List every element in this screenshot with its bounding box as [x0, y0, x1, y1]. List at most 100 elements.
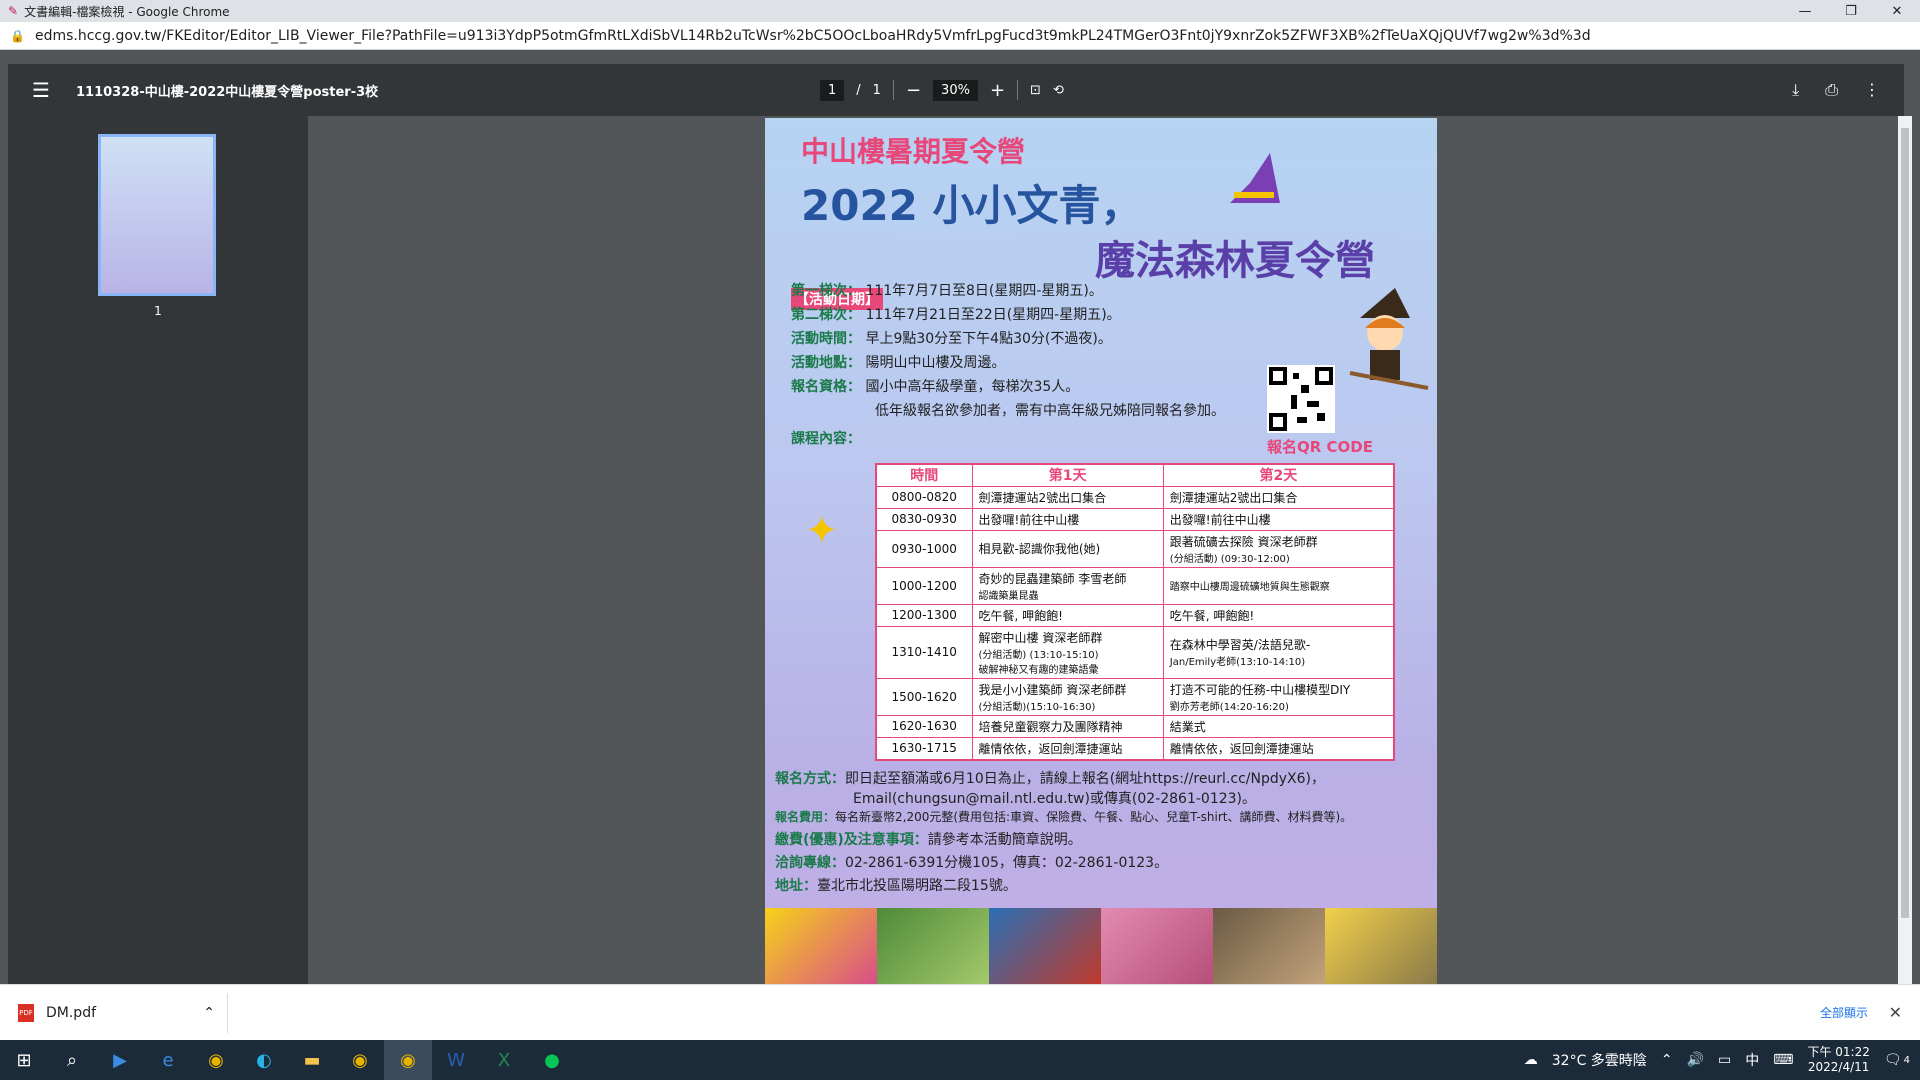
chrome-icon[interactable]: ◉: [192, 1040, 240, 1080]
registration-key: 報名方式：: [775, 771, 845, 787]
zoom-in-icon[interactable]: +: [990, 80, 1005, 101]
cell-day1: 奇妙的昆蟲建築師 李雪老師 認識築巢昆蟲: [971, 566, 1164, 605]
registration-value: 即日起至額滿或6月10日為止，請線上報名(網址https://reurl.cc/…: [845, 771, 1325, 787]
media-player-icon[interactable]: ▶: [96, 1040, 144, 1080]
excel-icon[interactable]: X: [480, 1040, 528, 1080]
schedule-row: 1620-1630 培養兒童觀察力及團隊精神 結業式: [875, 714, 1395, 738]
qr-code-label: 報名QR CODE: [1267, 438, 1373, 456]
zoom-level-input[interactable]: 30%: [933, 79, 978, 101]
eligibility-key: 報名資格：: [791, 379, 861, 395]
cell-time: 1200-1300: [875, 603, 973, 627]
witch-illustration-icon: [1349, 288, 1429, 390]
cell-day2: 跟著硫礦去探險 資深老師群 (分組活動) (09:30-12:00): [1162, 529, 1395, 568]
schedule-row: 1310-1410 解密中山樓 資深老師群 (分組活動) (13:10-15:10)…: [875, 625, 1395, 679]
cell-day2-text: 劍潭捷運站2號出口集合: [1169, 490, 1298, 505]
hamburger-menu-icon[interactable]: ☰: [32, 78, 56, 102]
restore-button[interactable]: ❐: [1828, 4, 1874, 19]
ime-indicator[interactable]: 中: [1745, 1050, 1759, 1070]
time-value: 早上9點30分至下午4點30分(不過夜)。: [865, 331, 1112, 347]
cell-day1: 培養兒童觀察力及團隊精神: [971, 714, 1164, 738]
viewer-scrollbar[interactable]: [1898, 116, 1912, 984]
cell-time-text: 1310-1410: [891, 645, 957, 659]
clock[interactable]: 下午 01:22 2022/4/11: [1807, 1045, 1869, 1075]
volume-icon[interactable]: 🔊: [1687, 1052, 1704, 1068]
show-all-downloads-link[interactable]: 全部顯示: [1820, 1004, 1868, 1021]
document-title: 1110328-中山樓-2022中山樓夏令營poster-3校: [76, 84, 379, 100]
clock-time: 下午 01:22: [1807, 1045, 1870, 1059]
notes-value: 請參考本活動簡章說明。: [927, 832, 1082, 848]
windows-taskbar: ⊞ ⌕ ▶ e ◉ ◐ ▬ ◉ ◉ W X ● ☁ 32°C 多雲時陰 ⌃ 🔊 …: [0, 1040, 1920, 1080]
close-window-button[interactable]: ✕: [1874, 4, 1920, 19]
cell-time: 1620-1630: [875, 714, 973, 738]
lock-icon[interactable]: 🔒: [10, 29, 25, 43]
time-line: 活動時間： 早上9點30分至下午4點30分(不過夜)。: [791, 328, 1112, 348]
cell-day2: 結業式: [1162, 714, 1395, 738]
rotate-icon[interactable]: ⟲: [1053, 83, 1064, 98]
cell-day2-text: 跟著硫礦去探險 資深老師群: [1169, 534, 1318, 549]
url-text[interactable]: edms.hccg.gov.tw/FKEditor/Editor_LIB_Vie…: [35, 28, 1591, 44]
notification-icon[interactable]: 🗨: [1884, 1052, 1902, 1068]
zoom-out-icon[interactable]: −: [906, 80, 921, 101]
address-bar[interactable]: 🔒 edms.hccg.gov.tw/FKEditor/Editor_LIB_V…: [0, 22, 1920, 50]
word-icon[interactable]: W: [432, 1040, 480, 1080]
scrollbar-thumb[interactable]: [1901, 128, 1909, 918]
keyboard-icon[interactable]: ⌨: [1773, 1052, 1793, 1068]
toolbar-right-actions: ⤓ ⎙ ⋮: [1792, 80, 1880, 100]
chevron-up-icon[interactable]: ⌃: [203, 1005, 215, 1021]
photo-nest: [1213, 908, 1325, 984]
cell-day1-text: 破解神秘又有趣的建築語彙: [978, 664, 1099, 676]
pdf-viewer[interactable]: 中山樓暑期夏令營 2022 小小文青， 魔法森林夏令營 報名QR CODE 【活…: [308, 116, 1904, 984]
cell-day2: 踏察中山樓周邊硫礦地質與生態觀察: [1162, 566, 1395, 605]
cell-day1: 相見歡-認識你我他(她): [971, 529, 1164, 568]
batch1-key: 第一梯次：: [791, 283, 861, 299]
print-icon[interactable]: ⎙: [1825, 80, 1838, 100]
fit-page-icon[interactable]: ⊡: [1030, 83, 1041, 98]
page-separator: /: [856, 82, 861, 98]
chrome-active-icon[interactable]: ◉: [384, 1040, 432, 1080]
cell-time-text: 1000-1200: [891, 578, 957, 593]
download-icon[interactable]: ⤓: [1792, 80, 1799, 100]
cell-day2-text: 出發囉!前往中山樓: [1169, 512, 1271, 527]
pdf-toolbar: ☰ 1110328-中山樓-2022中山樓夏令營poster-3校 1 / 1 …: [8, 64, 1904, 116]
cell-day2: 劍潭捷運站2號出口集合: [1162, 485, 1395, 509]
cell-day1-text: 劍潭捷運站2號出口集合: [978, 490, 1107, 505]
minimize-button[interactable]: —: [1782, 4, 1828, 19]
download-filename[interactable]: DM.pdf: [46, 1005, 96, 1021]
photo-building: [989, 908, 1101, 984]
file-explorer-icon[interactable]: ▬: [288, 1040, 336, 1080]
cell-day1: 劍潭捷運站2號出口集合: [971, 485, 1164, 509]
notes-line: 繳費(優惠)及注意事項：請參考本活動簡章說明。: [775, 829, 1082, 849]
cell-time-text: 1620-1630: [891, 719, 957, 733]
cell-day2: 離情依依，返回劍潭捷運站: [1162, 736, 1395, 760]
network-icon[interactable]: ▭: [1718, 1052, 1731, 1068]
weather-text[interactable]: 32°C 多雲時陰: [1552, 1050, 1647, 1070]
fee-key: 報名費用：: [775, 810, 836, 824]
close-download-bar-icon[interactable]: ✕: [1889, 1003, 1902, 1022]
start-button-icon[interactable]: ⊞: [0, 1040, 48, 1080]
address-value: 臺北市北投區陽明路二段15號。: [817, 878, 1017, 894]
cell-day1: 我是小小建築師 資深老師群 (分組活動)(15:10-16:30): [971, 677, 1164, 716]
page-number-input[interactable]: 1: [820, 79, 845, 101]
search-icon[interactable]: ⌕: [48, 1040, 96, 1080]
download-item[interactable]: PDF DM.pdf ⌃: [18, 992, 228, 1033]
chrome-profile-icon[interactable]: ◉: [336, 1040, 384, 1080]
edge-icon[interactable]: ◐: [240, 1040, 288, 1080]
schedule-row: 1500-1620 我是小小建築師 資深老師群 (分組活動)(15:10-16:30…: [875, 677, 1395, 716]
more-options-icon[interactable]: ⋮: [1864, 80, 1880, 100]
cell-day1: 吃午餐, 呷飽飽!: [971, 603, 1164, 627]
eligibility-line: 報名資格： 國小中高年級學童，每梯次35人。: [791, 376, 1079, 396]
schedule-row: 0830-0930 出發囉!前往中山樓 出發囉!前往中山樓: [875, 507, 1395, 531]
tray-expand-icon[interactable]: ⌃: [1661, 1052, 1673, 1068]
schedule-row: 1000-1200 奇妙的昆蟲建築師 李雪老師 認識築巢昆蟲 踏察中山樓周邊硫礦地質與…: [875, 566, 1395, 605]
batch2-line: 第二梯次： 111年7月21日至22日(星期四-星期五)。: [791, 304, 1121, 324]
schedule-table: 時間 第1天 第2天 0800-0820 劍潭捷運站2號出口集合 劍潭捷運站2號出口…: [875, 463, 1395, 761]
weather-icon[interactable]: ☁: [1524, 1052, 1538, 1068]
page-thumbnail[interactable]: [98, 134, 216, 296]
schedule-row: 1630-1715 離情依依，返回劍潭捷運站 離情依依，返回劍潭捷運站: [875, 736, 1395, 760]
line-app-icon[interactable]: ●: [528, 1040, 576, 1080]
window-controls: — ❐ ✕: [1782, 4, 1920, 19]
cell-day2: 吃午餐, 呷飽飽!: [1162, 603, 1395, 627]
cell-day1-text: 吃午餐, 呷飽飽!: [978, 608, 1063, 623]
internet-explorer-icon[interactable]: e: [144, 1040, 192, 1080]
cell-day2: 在森林中學習英/法語兒歌- Jan/Emily老師(13:10-14:10): [1162, 625, 1395, 679]
